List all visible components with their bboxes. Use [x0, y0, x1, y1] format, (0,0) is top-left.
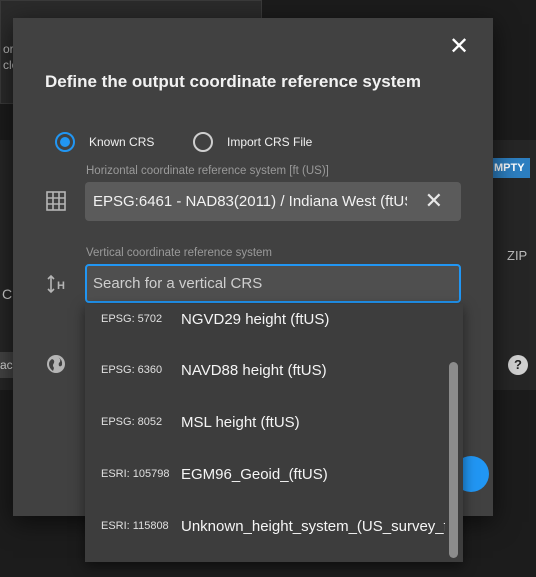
- vertical-height-icon: H: [46, 274, 70, 299]
- vertical-crs-dropdown: EPSG: 5702 NGVD29 height (ftUS) EPSG: 63…: [85, 304, 463, 562]
- help-icon[interactable]: ?: [508, 355, 528, 375]
- status-badge: MPTY: [492, 158, 530, 178]
- dropdown-option[interactable]: EPSG: 5702 NGVD29 height (ftUS): [85, 304, 445, 344]
- radio-import-crs-file[interactable]: Import CRS File: [193, 132, 312, 152]
- dropdown-option[interactable]: ESRI: 115808 Unknown_height_system_(US_s…: [85, 501, 445, 551]
- dialog-title: Define the output coordinate reference s…: [45, 72, 421, 91]
- option-name: MSL height (ftUS): [181, 413, 300, 431]
- radio-button-selected[interactable]: [55, 132, 75, 152]
- horizontal-crs-value[interactable]: EPSG:6461 - NAD83(2011) / Indiana West (…: [93, 193, 407, 210]
- vertical-crs-search-field[interactable]: [85, 264, 461, 303]
- option-name: Unknown_height_system_(US_survey_foot): [181, 517, 445, 535]
- grid-icon: [46, 191, 66, 216]
- dropdown-option[interactable]: ESRI: 105798 EGM96_Geoid_(ftUS): [85, 449, 445, 499]
- option-name: NGVD29 height (ftUS): [181, 310, 330, 328]
- option-name: EGM96_Geoid_(ftUS): [181, 465, 328, 483]
- radio-label-known-crs: Known CRS: [89, 135, 155, 149]
- dropdown-option[interactable]: EPSG: 8052 MSL height (ftUS): [85, 397, 445, 447]
- zip-label: ZIP: [507, 248, 528, 263]
- clear-icon[interactable]: ✕: [425, 190, 443, 212]
- vertical-crs-label: Vertical coordinate reference system: [86, 247, 273, 259]
- option-name: NAVD88 height (ftUS): [181, 361, 327, 379]
- option-code: ESRI: 115808: [101, 520, 169, 532]
- background-c-label: C: [2, 286, 13, 302]
- option-code: EPSG: 6360: [101, 364, 163, 376]
- radio-known-crs[interactable]: Known CRS: [55, 132, 154, 152]
- option-code: EPSG: 8052: [101, 416, 163, 428]
- option-code: ESRI: 105798: [101, 468, 170, 480]
- horizontal-crs-label: Horizontal coordinate reference system […: [86, 165, 329, 177]
- horizontal-crs-field[interactable]: EPSG:6461 - NAD83(2011) / Indiana West (…: [85, 182, 461, 221]
- radio-button-unselected[interactable]: [193, 132, 213, 152]
- globe-icon: [46, 354, 66, 379]
- background-button[interactable]: ac: [0, 352, 14, 378]
- svg-text:H: H: [57, 280, 65, 292]
- close-icon[interactable]: ✕: [447, 35, 471, 59]
- vertical-crs-search-input[interactable]: [93, 266, 443, 301]
- dropdown-scrollbar[interactable]: [449, 362, 458, 558]
- dropdown-option[interactable]: EPSG: 6360 NAVD88 height (ftUS): [85, 345, 445, 395]
- radio-label-import-crs-file: Import CRS File: [227, 135, 313, 149]
- option-code: EPSG: 5702: [101, 313, 163, 325]
